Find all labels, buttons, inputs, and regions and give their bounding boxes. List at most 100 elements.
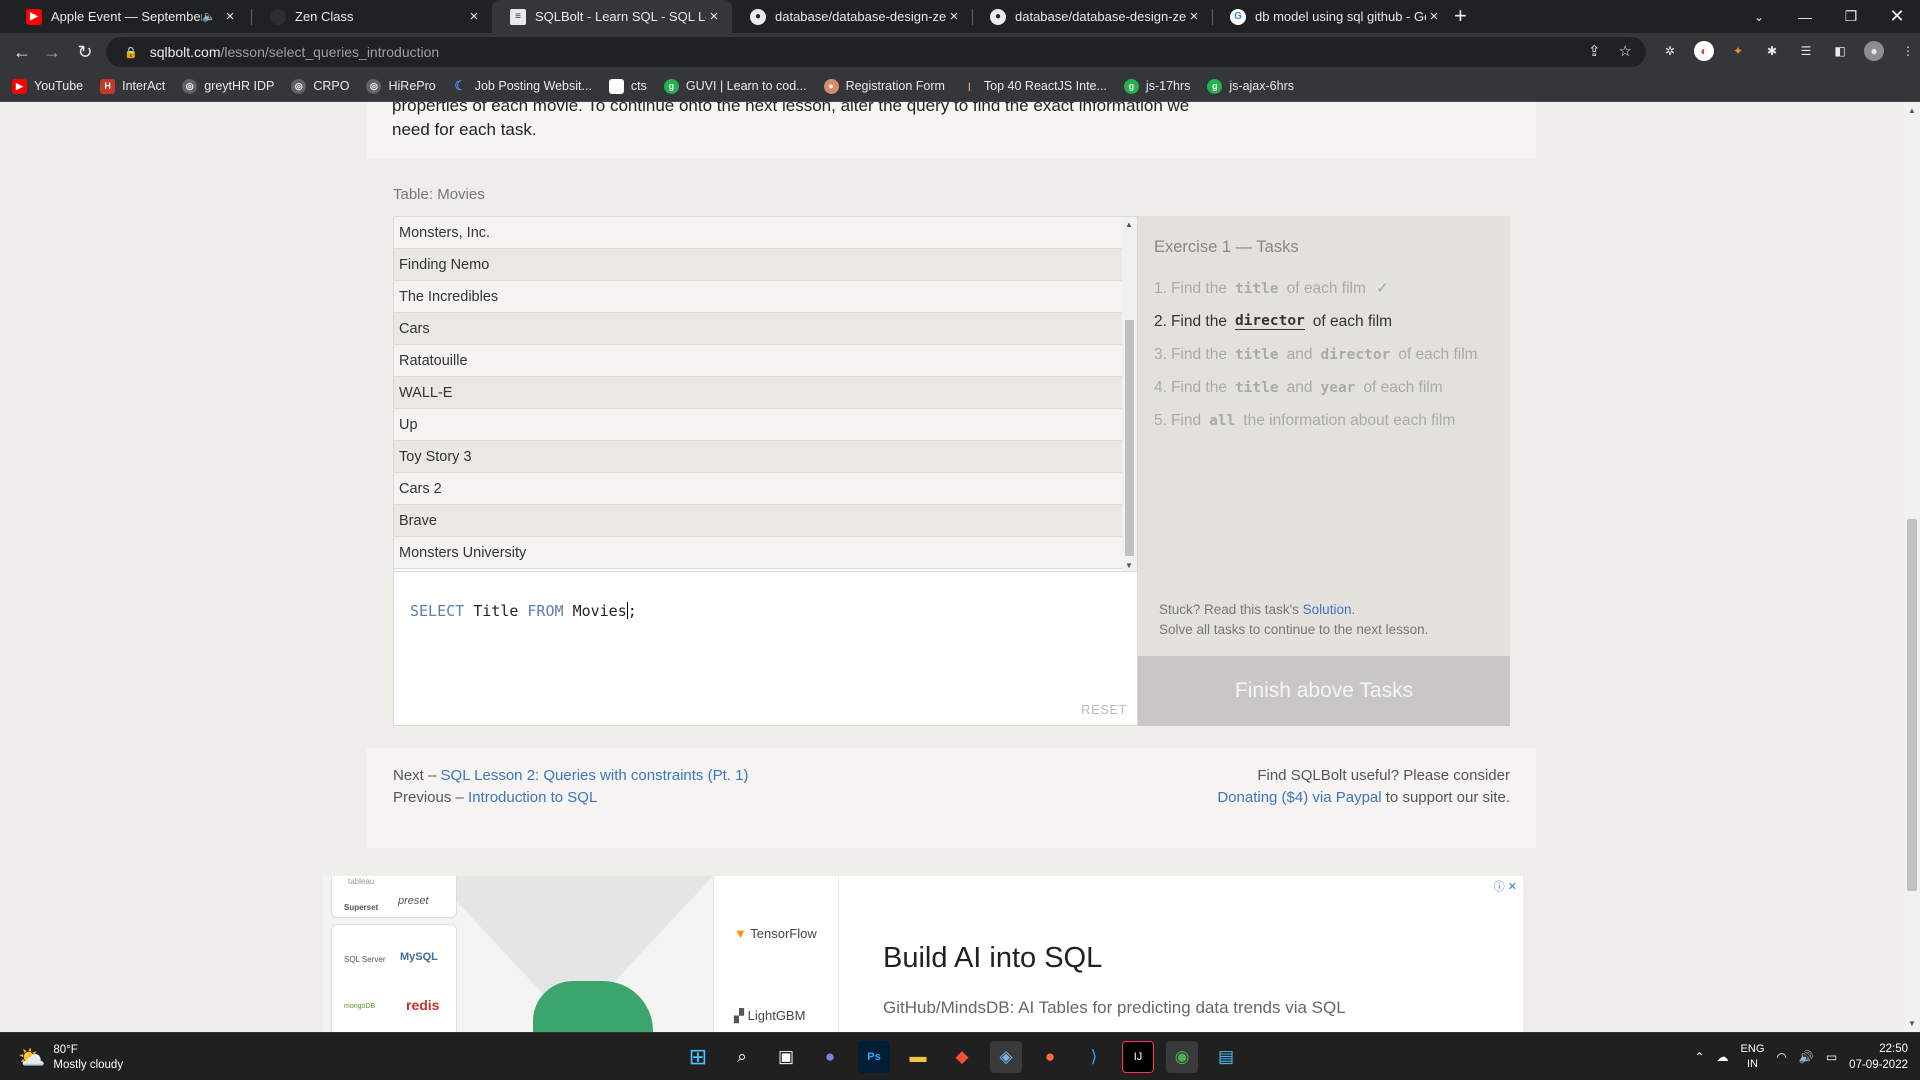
window-close-icon[interactable]: ✕ [1874,0,1920,33]
bookmark-hirepro[interactable]: ◎ HiRePro [366,78,436,94]
tab-label: database/database-design-zen-c [1015,9,1186,24]
close-icon[interactable]: × [222,8,238,25]
page-scrollbar[interactable]: ▲ ▼ [1904,102,1920,1032]
github-icon: ● [750,8,766,25]
bookmark-interact[interactable]: H InterAct [100,78,165,94]
donate-link[interactable]: Donating ($4) via Paypal [1217,789,1381,806]
scroll-up-arrow-icon[interactable]: ▲ [1125,220,1133,229]
windows-start-icon[interactable]: ⊞ [682,1041,714,1073]
tab-sqlbolt[interactable]: ≡ SQLBolt - Learn SQL - SQL Lesson × [492,0,732,33]
bookmark-cts[interactable]: cts [608,78,647,94]
globe-icon: ◎ [182,78,198,94]
bookmark-registration-form[interactable]: ● Registration Form [823,78,945,94]
side-panel-icon[interactable]: ◧ [1830,41,1850,61]
weather-widget[interactable]: ⛅ 80°F Mostly cloudy [18,1043,123,1073]
reset-button[interactable]: RESET [1081,702,1127,717]
battery-icon[interactable]: ▭ [1826,1050,1837,1064]
result-row: Brave [394,505,1137,537]
bookmark-react-interview[interactable]: | Top 40 ReactJS Inte... [961,78,1107,94]
new-tab-icon[interactable]: + [1454,3,1467,29]
bookmark-js-17hrs[interactable]: g js-17hrs [1123,78,1190,94]
mysql-workbench-icon[interactable]: ◈ [990,1041,1022,1073]
clock[interactable]: 22:50 07-09-2022 [1849,1041,1908,1073]
result-row: Up [394,409,1137,441]
results-scroll-thumb[interactable] [1125,320,1134,556]
restore-icon[interactable]: ❐ [1828,0,1874,33]
page-scroll-thumb[interactable] [1907,519,1917,891]
git-icon[interactable]: ◆ [946,1041,978,1073]
volume-icon[interactable]: 🔊 [1799,1050,1814,1064]
ad-headline[interactable]: Build AI into SQL [883,942,1102,975]
task-item-1: 1. Find the title of each film ✓ [1154,279,1389,298]
partly-cloudy-icon: ⛅ [18,1045,46,1070]
tab-google-search[interactable]: G db model using sql github - Goo × [1212,0,1452,33]
close-icon[interactable]: × [1426,8,1442,25]
tab-github-1[interactable]: ● database/database-design-zen-c × [732,0,972,33]
reading-list-icon[interactable]: ☰ [1796,41,1816,61]
menu-kebab-icon[interactable]: ⋮ [1898,41,1918,61]
cts-icon [608,78,624,94]
close-icon[interactable]: × [1186,8,1202,25]
bookmark-guvi[interactable]: g GUVI | Learn to cod... [663,78,807,94]
speaker-icon[interactable]: 🔈 [202,10,216,23]
bookmark-star-icon[interactable]: ☆ [1619,42,1632,60]
sql-editor[interactable]: SELECT Title FROM Movies; RESET [393,572,1138,726]
ad-subheadline[interactable]: GitHub/MindsDB: AI Tables for predicting… [883,998,1346,1018]
extension-gear-icon[interactable]: ✲ [1660,41,1680,61]
notepad-icon[interactable]: ▤ [1210,1041,1242,1073]
advertisement-banner[interactable]: tableau Superset preset SQL Server MySQL… [323,876,1523,1032]
share-icon[interactable]: ⇪ [1588,42,1601,60]
teams-chat-icon[interactable]: ● [814,1041,846,1073]
tab-apple-event[interactable]: ▶ Apple Event — September 7 🔈 × [8,0,248,33]
ad-close-icon[interactable]: ⓘ ✕ [1494,878,1517,894]
forward-arrow-icon[interactable]: → [40,40,64,64]
bookmark-crpo[interactable]: ◎ CRPO [291,78,349,94]
language-indicator[interactable]: ENG IN [1741,1042,1765,1072]
scroll-down-arrow-icon[interactable]: ▼ [1125,561,1133,570]
bookmark-greythr[interactable]: ◎ greytHR IDP [182,78,274,94]
close-icon[interactable]: × [946,8,962,25]
intellij-icon[interactable]: IJ [1122,1041,1154,1073]
lightgbm-logo: ▞ LightGBM [734,1008,806,1023]
bookmark-youtube[interactable]: ▶ YouTube [12,78,83,94]
bookmark-job-posting[interactable]: ☾ Job Posting Websit... [452,78,592,94]
wifi-icon[interactable]: ◠ [1776,1050,1786,1064]
minimize-icon[interactable]: — [1782,0,1828,33]
tab-search-icon[interactable]: ⌄ [1736,0,1782,33]
chevron-up-icon[interactable]: ⌃ [1694,1050,1704,1064]
finish-tasks-button[interactable]: Finish above Tasks [1138,656,1510,726]
sql-query-text[interactable]: SELECT Title FROM Movies; [410,602,637,620]
next-lesson-link[interactable]: SQL Lesson 2: Queries with constraints (… [441,767,749,784]
address-bar[interactable]: 🔒 sqlbolt.com/lesson/select_queries_intr… [106,37,1646,67]
extension-compass-icon[interactable]: ◐ [1694,41,1714,61]
ad-logo-box-1: tableau Superset preset [331,876,457,918]
back-arrow-icon[interactable]: ← [10,40,34,64]
extensions-puzzle-icon[interactable]: ✱ [1762,41,1782,61]
query-results-table[interactable]: Monsters, Inc. Finding Nemo The Incredible… [393,216,1138,572]
lock-icon[interactable]: 🔒 [124,46,138,59]
reload-icon[interactable]: ↻ [73,40,97,64]
previous-lesson-link[interactable]: Introduction to SQL [468,789,597,806]
extension-color-icon[interactable]: ✦ [1728,41,1748,61]
onedrive-cloud-icon[interactable]: ☁ [1717,1050,1729,1064]
file-explorer-icon[interactable]: ▬ [902,1041,934,1073]
page-viewport: properties of each movie. To continue on… [0,102,1904,1032]
task-view-icon[interactable]: ▣ [770,1041,802,1073]
profile-avatar[interactable]: ● [1864,41,1884,61]
scroll-down-arrow-icon[interactable]: ▼ [1908,1019,1916,1028]
vscode-icon[interactable]: ⟩ [1078,1041,1110,1073]
results-scrollbar[interactable]: ▲ ▼ [1122,217,1137,571]
scroll-up-arrow-icon[interactable]: ▲ [1908,106,1916,115]
tab-label: database/database-design-zen-c [775,9,946,24]
bookmark-js-ajax[interactable]: g js-ajax-6hrs [1207,78,1294,94]
solution-link[interactable]: Solution [1303,602,1352,617]
tab-zen-class[interactable]: Zen Class × [252,0,492,33]
close-icon[interactable]: × [706,8,722,25]
task-list: 1. Find the title of each film ✓ 2. Find… [1154,272,1478,437]
postman-icon[interactable]: ● [1034,1041,1066,1073]
search-icon[interactable]: ⌕ [726,1041,758,1073]
photoshop-icon[interactable]: Ps [858,1041,890,1073]
tab-github-2[interactable]: ● database/database-design-zen-c × [972,0,1212,33]
close-icon[interactable]: × [466,8,482,25]
chrome-icon[interactable]: ◉ [1166,1041,1198,1073]
